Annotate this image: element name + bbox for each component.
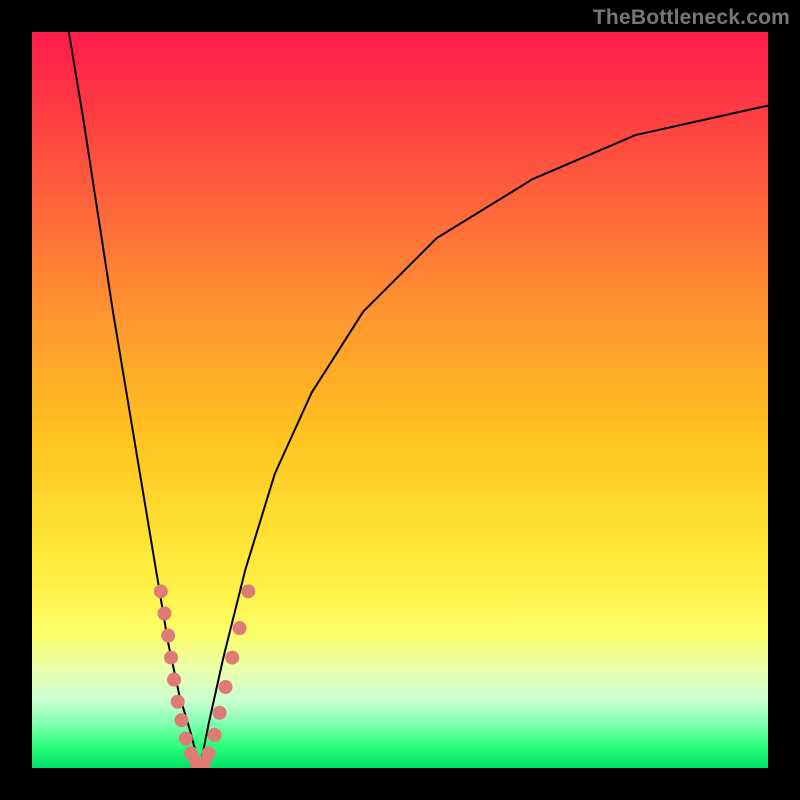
marker-dot	[167, 673, 181, 687]
marker-dot	[213, 706, 227, 720]
outer-frame: TheBottleneck.com	[0, 0, 800, 800]
marker-dot	[161, 629, 175, 643]
marker-dot	[202, 746, 216, 760]
marker-dot	[164, 651, 178, 665]
plot-area	[32, 32, 768, 768]
marker-dot	[241, 584, 255, 598]
marker-dot	[157, 606, 171, 620]
watermark-text: TheBottleneck.com	[593, 6, 790, 30]
marker-dot	[171, 695, 185, 709]
marker-dot	[208, 728, 222, 742]
marker-dot	[174, 713, 188, 727]
marker-dot	[225, 651, 239, 665]
marker-dot	[219, 680, 233, 694]
marker-dot	[154, 584, 168, 598]
marker-dot	[179, 732, 193, 746]
chart-svg	[32, 32, 768, 768]
marker-dot	[233, 621, 247, 635]
